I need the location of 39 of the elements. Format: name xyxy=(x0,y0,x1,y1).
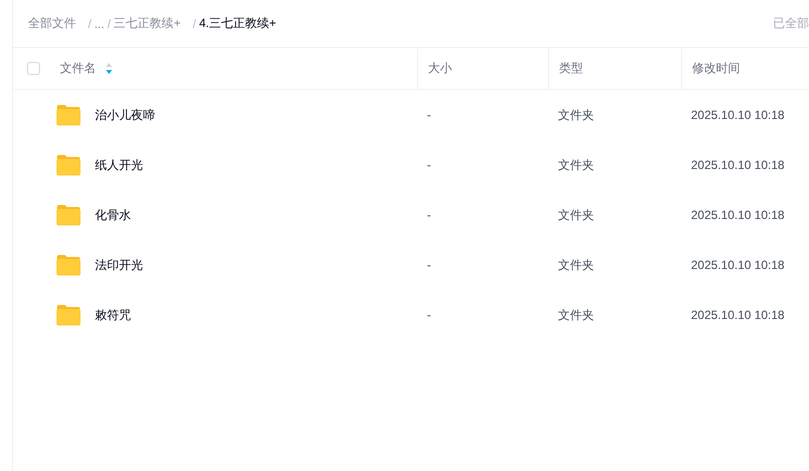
file-name[interactable]: 敕符咒 xyxy=(95,306,131,324)
file-size: - xyxy=(427,158,431,172)
column-header[interactable]: 修改时间 xyxy=(692,60,740,77)
folder-icon xyxy=(56,104,81,126)
file-name[interactable]: 化骨水 xyxy=(95,206,131,224)
file-size: - xyxy=(427,258,431,272)
file-name[interactable]: 法印开光 xyxy=(95,256,143,274)
breadcrumb-item: 4.三七正教续+ xyxy=(199,15,276,32)
load-status: 已全部 xyxy=(773,15,809,32)
folder-icon xyxy=(56,154,81,176)
file-type: 文件夹 xyxy=(558,206,594,224)
folder-icon xyxy=(56,304,81,326)
file-type: 文件夹 xyxy=(558,106,594,124)
column-header[interactable]: 文件名 xyxy=(60,60,96,77)
modified-time: 2025.10.10 10:18 xyxy=(691,308,784,322)
column-header[interactable]: 类型 xyxy=(559,60,583,77)
select-all-checkbox[interactable] xyxy=(27,62,40,75)
modified-time: 2025.10.10 10:18 xyxy=(691,108,784,122)
column-header[interactable]: 大小 xyxy=(428,60,452,77)
file-name[interactable]: 治小儿夜啼 xyxy=(95,106,155,124)
folder-icon xyxy=(56,254,81,276)
breadcrumb-separator: / xyxy=(107,16,111,30)
modified-time: 2025.10.10 10:18 xyxy=(691,208,784,222)
breadcrumb-item[interactable]: 三七正教续+ xyxy=(114,15,181,32)
file-size: - xyxy=(427,208,431,222)
folder-icon xyxy=(56,204,81,226)
breadcrumb-item[interactable]: 全部文件 xyxy=(28,15,76,32)
file-size: - xyxy=(427,308,431,322)
file-type: 文件夹 xyxy=(558,156,594,174)
file-type: 文件夹 xyxy=(558,306,594,324)
file-type: 文件夹 xyxy=(558,256,594,274)
file-size: - xyxy=(427,108,431,122)
file-name[interactable]: 纸人开光 xyxy=(95,156,143,174)
modified-time: 2025.10.10 10:18 xyxy=(691,258,784,272)
modified-time: 2025.10.10 10:18 xyxy=(691,158,784,172)
breadcrumb-separator: / xyxy=(192,16,196,30)
breadcrumb-separator: / xyxy=(88,16,92,30)
breadcrumb-item[interactable]: ... xyxy=(94,16,104,30)
sort-icon[interactable] xyxy=(106,63,112,74)
